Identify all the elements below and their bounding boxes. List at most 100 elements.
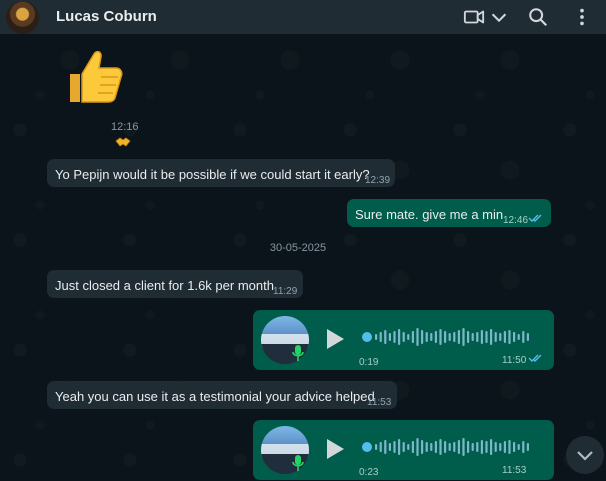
message-time: 12:46 — [503, 215, 529, 226]
chevron-down-icon[interactable] — [488, 6, 510, 28]
waveform-bar — [499, 443, 502, 451]
waveform-bar — [375, 334, 378, 340]
waveform-bar — [411, 331, 414, 343]
waveform-bar — [416, 438, 419, 456]
double-check-icon — [528, 214, 542, 222]
handshake-reaction-icon[interactable] — [115, 135, 131, 149]
outgoing-message[interactable]: Sure mate. give me a min 12:46 — [347, 199, 551, 227]
search-icon[interactable] — [527, 6, 549, 28]
waveform-bar — [522, 441, 525, 453]
waveform-bar — [462, 328, 465, 346]
waveform-bar — [453, 332, 456, 342]
waveform-bar — [508, 330, 511, 344]
voice-message[interactable]: 0:23 11:53 — [253, 420, 554, 480]
waveform-bar — [471, 333, 474, 341]
waveform-bar — [476, 332, 479, 342]
message-time: 12:39 — [365, 175, 391, 186]
waveform-bar — [448, 443, 451, 451]
waveform-bar — [490, 439, 493, 455]
waveform-bar — [494, 442, 497, 452]
voice-duration: 0:23 — [359, 467, 379, 478]
waveform-bar — [444, 441, 447, 453]
waveform-bar — [425, 442, 428, 452]
voice-message[interactable]: 0:19 11:50 — [253, 310, 554, 370]
waveform[interactable] — [361, 436, 531, 458]
microphone-icon — [292, 345, 304, 361]
waveform-bar — [393, 441, 396, 453]
waveform-bar — [517, 334, 520, 340]
waveform-bar — [499, 333, 502, 341]
waveform-bar — [490, 329, 493, 345]
waveform-bar — [522, 331, 525, 343]
waveform-bar — [485, 441, 488, 453]
microphone-icon — [292, 455, 304, 471]
waveform-bar — [439, 439, 442, 455]
waveform-bar — [379, 442, 382, 452]
scroll-down-button[interactable] — [566, 436, 604, 474]
waveform-bar — [476, 442, 479, 452]
waveform-bar — [513, 332, 516, 342]
waveform-bar — [444, 331, 447, 343]
waveform-bar — [517, 444, 520, 450]
message-text: Sure mate. give me a min — [355, 207, 504, 222]
play-icon[interactable] — [325, 438, 345, 460]
waveform-bar — [384, 330, 387, 344]
message-text: Yeah you can use it as a testimonial you… — [55, 389, 375, 404]
message-text: Just closed a client for 1.6k per month — [55, 278, 274, 293]
waveform-bar — [430, 333, 433, 341]
waveform-bar — [513, 442, 516, 452]
waveform-bar — [526, 333, 529, 341]
waveform-bar — [402, 442, 405, 452]
menu-icon[interactable] — [571, 6, 593, 28]
waveform-bar — [402, 332, 405, 342]
waveform-bar — [430, 443, 433, 451]
message-time: 11:50 — [502, 355, 527, 366]
incoming-message[interactable]: Yeah you can use it as a testimonial you… — [47, 381, 397, 409]
waveform-bar — [384, 440, 387, 454]
waveform-bar — [425, 332, 428, 342]
waveform-bar — [398, 329, 401, 345]
waveform-bar — [388, 333, 391, 341]
waveform-bar — [467, 331, 470, 343]
waveform-bar — [388, 443, 391, 451]
waveform-bar — [457, 440, 460, 454]
waveform-bar — [508, 440, 511, 454]
double-check-icon — [528, 354, 542, 362]
contact-name[interactable]: Lucas Coburn — [56, 8, 157, 25]
waveform-bar — [462, 438, 465, 456]
video-call-icon[interactable] — [463, 6, 485, 28]
waveform-bar — [494, 332, 497, 342]
sticker-time: 12:16 — [111, 121, 139, 133]
contact-avatar[interactable] — [6, 1, 39, 34]
waveform-bar — [434, 441, 437, 453]
waveform-bar — [379, 332, 382, 342]
waveform-bar — [526, 443, 529, 451]
chat-header: Lucas Coburn — [0, 0, 606, 34]
message-time: 11:53 — [502, 465, 527, 476]
waveform-bar — [434, 331, 437, 343]
waveform-bar — [393, 331, 396, 343]
waveform-bar — [467, 441, 470, 453]
waveform-bar — [421, 440, 424, 454]
date-divider: 30-05-2025 — [269, 242, 327, 254]
thumbs-up-icon — [70, 50, 123, 103]
waveform-bar — [448, 333, 451, 341]
waveform-bar — [375, 444, 378, 450]
message-time: 11:29 — [273, 286, 298, 297]
chevron-down-icon — [577, 451, 593, 461]
waveform-bar — [411, 441, 414, 453]
waveform-bar — [453, 442, 456, 452]
waveform-bar — [480, 440, 483, 454]
waveform-bar — [398, 439, 401, 455]
waveform-bar — [485, 331, 488, 343]
waveform-bar — [407, 334, 410, 340]
waveform-bar — [457, 330, 460, 344]
waveform[interactable] — [361, 326, 531, 348]
waveform-bar — [480, 330, 483, 344]
thumbs-up-sticker[interactable] — [62, 44, 126, 108]
waveform-bar — [471, 443, 474, 451]
play-icon[interactable] — [325, 328, 345, 350]
incoming-message[interactable]: Just closed a client for 1.6k per month … — [47, 270, 303, 298]
waveform-bar — [503, 331, 506, 343]
incoming-message[interactable]: Yo Pepijn would it be possible if we cou… — [47, 159, 395, 187]
